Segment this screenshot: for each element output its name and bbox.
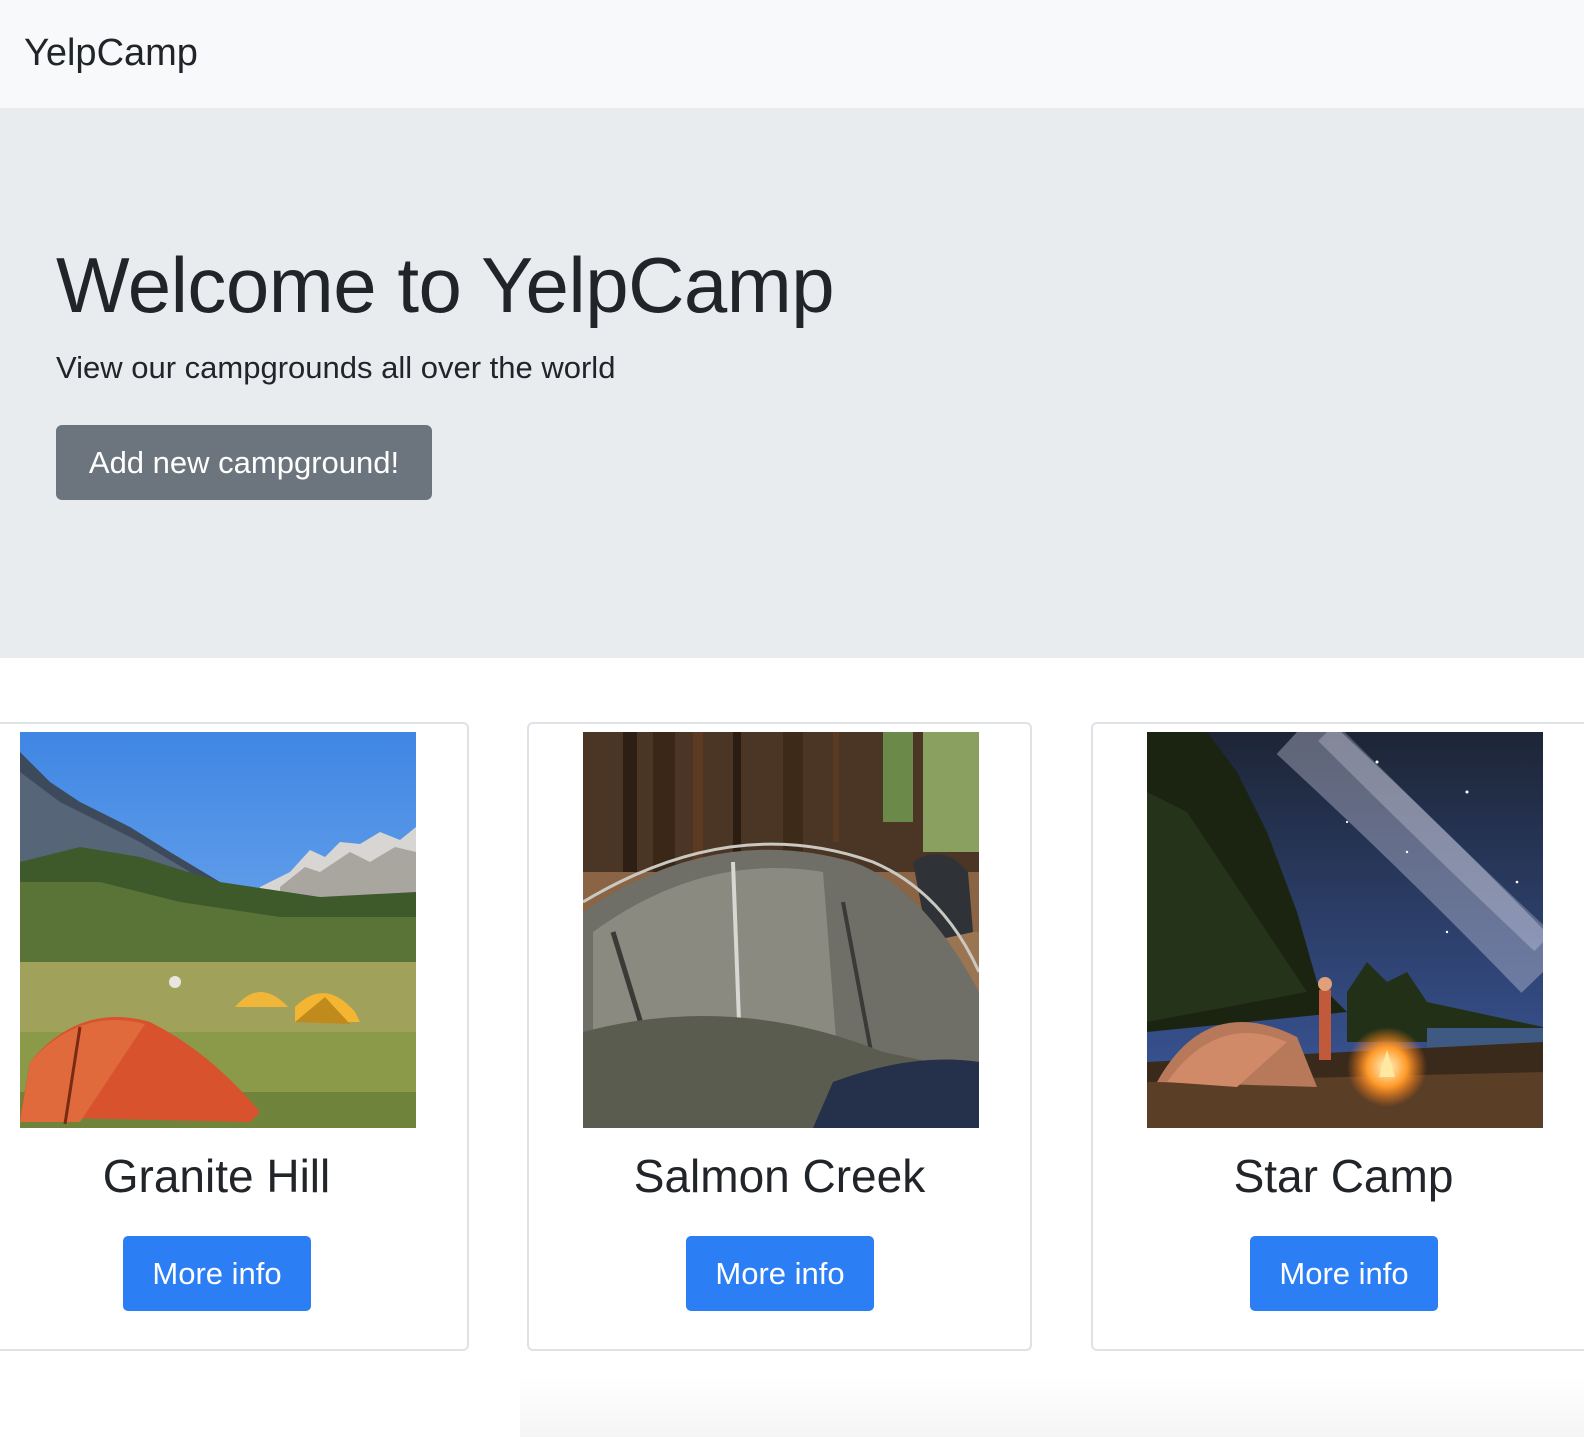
campground-image (1147, 732, 1543, 1128)
add-campground-button[interactable]: Add new campground! (56, 425, 432, 500)
more-info-button[interactable]: More info (1250, 1236, 1438, 1311)
more-info-button[interactable]: More info (686, 1236, 874, 1311)
page-title: Welcome to YelpCamp (56, 241, 835, 329)
campground-image (583, 732, 979, 1128)
page-subtitle: View our campgrounds all over the world (56, 350, 616, 385)
campground-card: Star Camp More info (1091, 722, 1584, 1351)
navbar: YelpCamp (0, 0, 1584, 108)
campground-name: Granite Hill (102, 1150, 331, 1202)
campground-image (20, 732, 416, 1128)
navbar-brand[interactable]: YelpCamp (24, 30, 198, 76)
campground-name: Salmon Creek (633, 1150, 926, 1202)
campground-card: Salmon Creek More info (527, 722, 1032, 1351)
campground-name: Star Camp (1233, 1150, 1454, 1202)
more-info-button[interactable]: More info (123, 1236, 311, 1311)
bottom-shadow (520, 1375, 1584, 1437)
campground-card: Granite Hill More info (0, 722, 469, 1351)
jumbotron: Welcome to YelpCamp View our campgrounds… (0, 108, 1584, 658)
